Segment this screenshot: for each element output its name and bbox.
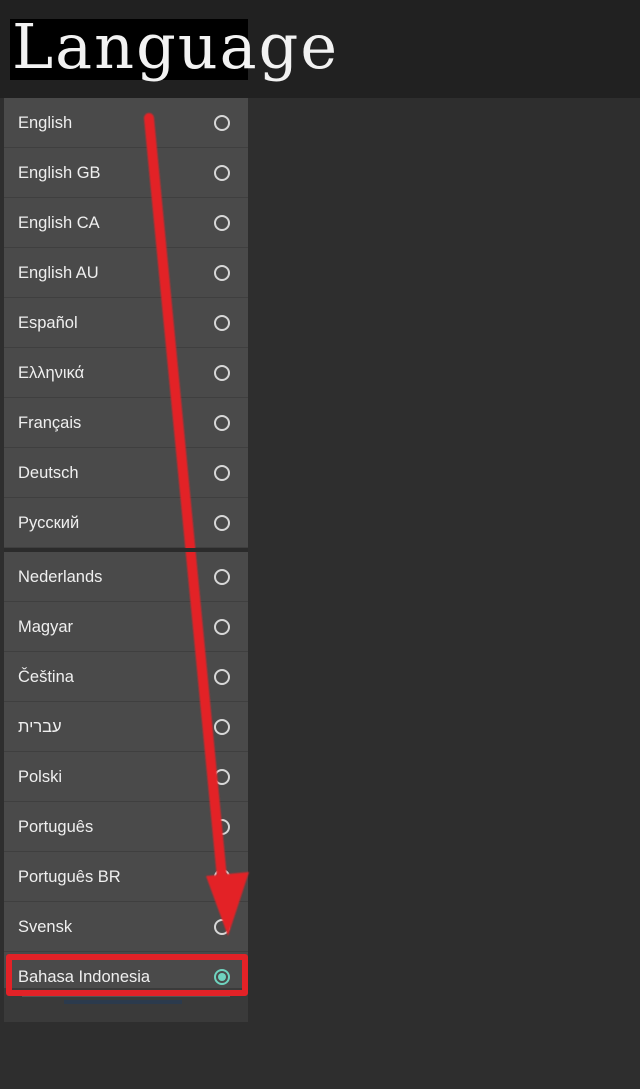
radio-unselected-icon[interactable] xyxy=(214,769,230,785)
language-label: Português xyxy=(18,818,94,836)
radio-unselected-icon[interactable] xyxy=(214,465,230,481)
radio-unselected-icon[interactable] xyxy=(214,719,230,735)
language-row[interactable]: Português xyxy=(4,802,248,852)
radio-unselected-icon[interactable] xyxy=(214,669,230,685)
language-label: Čeština xyxy=(18,668,74,686)
screenshot-stitch-seam xyxy=(4,548,248,552)
language-label: English GB xyxy=(18,164,101,182)
language-row[interactable]: עברית xyxy=(4,702,248,752)
nav-bar-hint xyxy=(64,1000,182,1004)
language-label: עברית xyxy=(18,718,62,736)
radio-unselected-icon[interactable] xyxy=(214,165,230,181)
language-label: Русский xyxy=(18,514,80,532)
radio-unselected-icon[interactable] xyxy=(214,215,230,231)
radio-unselected-icon[interactable] xyxy=(214,415,230,431)
language-row[interactable]: Português BR xyxy=(4,852,248,902)
language-row[interactable]: Svensk xyxy=(4,902,248,952)
radio-unselected-icon[interactable] xyxy=(214,819,230,835)
language-label: Português BR xyxy=(18,868,121,886)
language-row[interactable]: English AU xyxy=(4,248,248,298)
language-row[interactable]: English GB xyxy=(4,148,248,198)
list-bottom-sliver xyxy=(4,988,248,1022)
radio-selected-icon[interactable] xyxy=(214,969,230,985)
language-label: Español xyxy=(18,314,78,332)
radio-unselected-icon[interactable] xyxy=(214,115,230,131)
language-list[interactable]: English English GB English CA English AU Esp… xyxy=(4,98,248,1022)
radio-unselected-icon[interactable] xyxy=(214,619,230,635)
language-row[interactable]: Magyar xyxy=(4,602,248,652)
radio-unselected-icon[interactable] xyxy=(214,515,230,531)
radio-unselected-icon[interactable] xyxy=(214,315,230,331)
language-row[interactable]: Čeština xyxy=(4,652,248,702)
language-label: Deutsch xyxy=(18,464,79,482)
language-row[interactable]: Polski xyxy=(4,752,248,802)
language-label: English CA xyxy=(18,214,100,232)
language-label: Ελληνικά xyxy=(18,364,85,382)
language-rows: English English GB English CA English AU Esp… xyxy=(4,98,248,1002)
language-row[interactable]: English CA xyxy=(4,198,248,248)
language-label: Svensk xyxy=(18,918,73,936)
language-settings-screen: Language English English GB English CA Engl… xyxy=(0,0,640,1089)
language-label: English AU xyxy=(18,264,99,282)
language-row[interactable]: Español xyxy=(4,298,248,348)
language-label: Français xyxy=(18,414,82,432)
radio-unselected-icon[interactable] xyxy=(214,569,230,585)
language-row[interactable]: English xyxy=(4,98,248,148)
page-title: Language xyxy=(12,10,340,83)
language-label: Polski xyxy=(18,768,63,786)
language-row[interactable]: Français xyxy=(4,398,248,448)
radio-unselected-icon[interactable] xyxy=(214,365,230,381)
language-row[interactable]: Nederlands xyxy=(4,552,248,602)
language-row[interactable]: Ελληνικά xyxy=(4,348,248,398)
language-label: Magyar xyxy=(18,618,74,636)
language-row[interactable]: Русский xyxy=(4,498,248,548)
radio-unselected-icon[interactable] xyxy=(214,919,230,935)
language-label: English xyxy=(18,114,73,132)
screen-header: Language xyxy=(0,0,640,98)
radio-unselected-icon[interactable] xyxy=(214,265,230,281)
language-label: Nederlands xyxy=(18,568,103,586)
language-row[interactable]: Deutsch xyxy=(4,448,248,498)
list-divider-line xyxy=(22,994,230,997)
radio-unselected-icon[interactable] xyxy=(214,869,230,885)
